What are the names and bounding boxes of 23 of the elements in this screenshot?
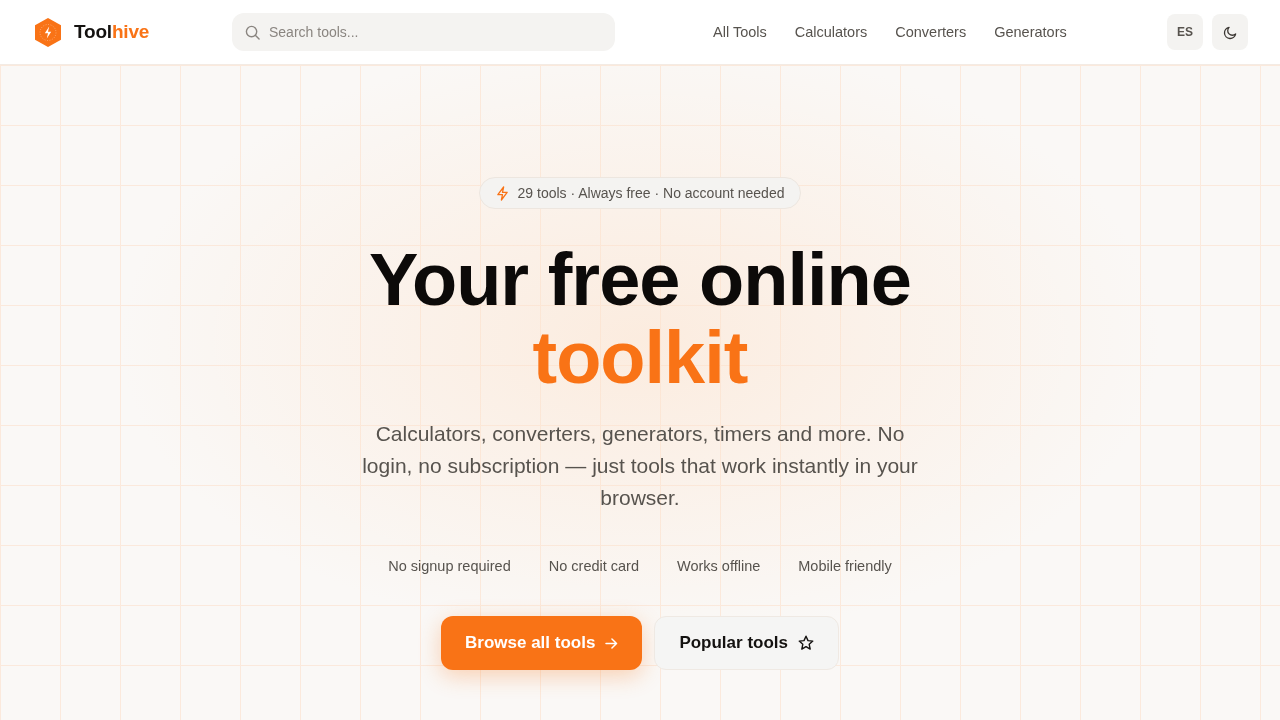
feature-label: Works offline	[677, 557, 761, 576]
star-icon	[798, 635, 814, 651]
feature-label: No signup required	[388, 557, 511, 576]
hero-title: Your free online	[369, 241, 911, 319]
popular-button[interactable]: Popular tools	[654, 616, 839, 670]
arrow-right-icon	[605, 637, 619, 649]
theme-toggle-button[interactable]	[1212, 14, 1248, 50]
search-icon	[245, 24, 260, 40]
lightning-icon	[495, 185, 509, 201]
badge-text: 29 tools · Always free · No account needed	[517, 185, 785, 201]
search-field[interactable]: Search tools...	[232, 13, 615, 51]
moon-icon	[1222, 24, 1238, 40]
hero-description: Calculators, converters, generators, timers and more. No login, no subscription — just tools that work instantly in your browser.	[361, 421, 919, 511]
nav-link[interactable]: Generators	[994, 24, 1067, 40]
nav-link[interactable]: Converters	[895, 24, 967, 40]
language-button[interactable]: ES	[1167, 14, 1203, 50]
nav-link[interactable]: Calculators	[794, 24, 868, 40]
nav-link[interactable]: All Tools	[713, 24, 767, 40]
feature-label: Mobile friendly	[798, 557, 892, 576]
brand-name[interactable]: Toolhive	[74, 21, 150, 43]
feature-label: No credit card	[548, 557, 639, 576]
hexagon-lightning-logo-icon	[35, 17, 61, 47]
hero-title-accent: toolkit	[532, 319, 748, 397]
